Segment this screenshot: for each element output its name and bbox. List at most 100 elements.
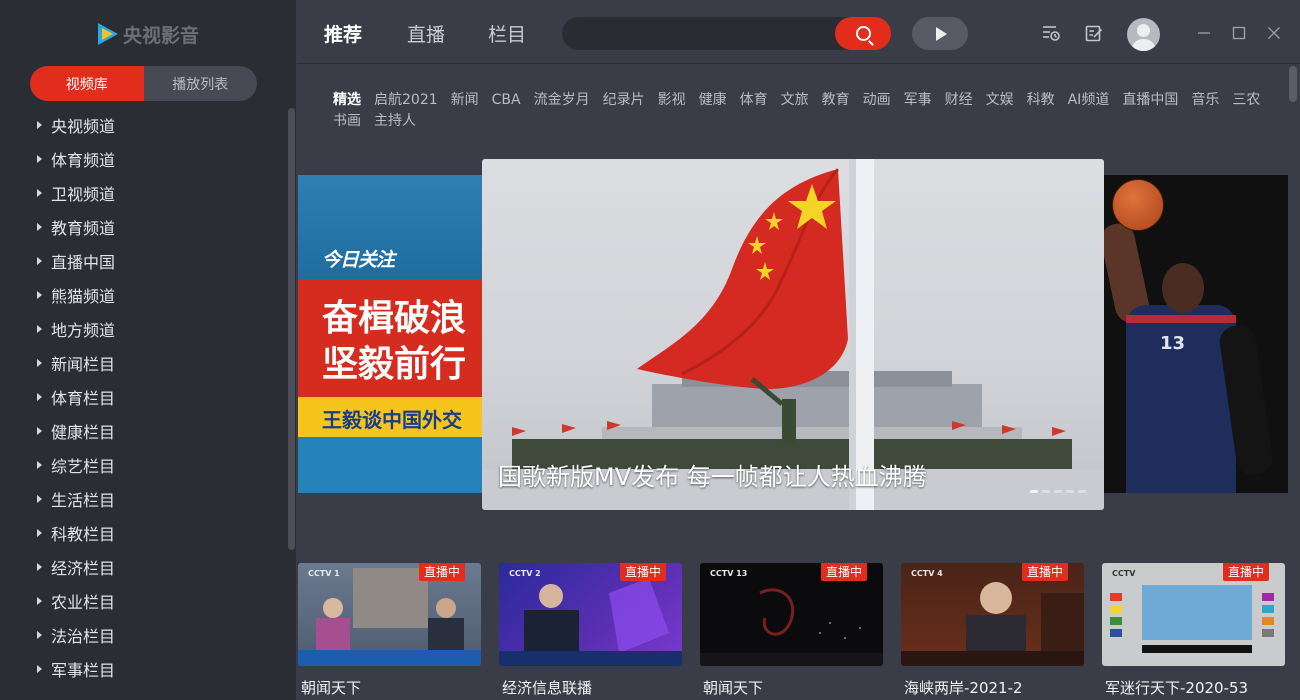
thumbnail-title[interactable]: 朝闻天下 bbox=[703, 677, 763, 698]
category-label: 科教栏目 bbox=[51, 525, 116, 544]
category-item[interactable]: 直播中国 bbox=[0, 244, 286, 278]
minimize-icon[interactable] bbox=[1197, 26, 1211, 40]
main-scrollbar[interactable] bbox=[1289, 66, 1297, 102]
caret-right-icon bbox=[37, 325, 42, 333]
live-thumbnail[interactable]: CCTV 1 直播中 bbox=[298, 563, 481, 666]
sidebar: 央视影音 视频库 播放列表 央视频道 体育频道 卫视频道 教育频道 直播中国 熊… bbox=[0, 0, 296, 700]
category-label: 教育频道 bbox=[51, 219, 116, 238]
channel-tab[interactable]: 书画 bbox=[333, 111, 361, 132]
category-item[interactable]: 科教栏目 bbox=[0, 516, 286, 550]
channel-tab[interactable]: 体育 bbox=[740, 90, 768, 111]
channel-tab[interactable]: 三农 bbox=[1232, 90, 1260, 111]
edit-note-icon[interactable] bbox=[1085, 24, 1103, 42]
channel-tab[interactable]: 科教 bbox=[1027, 90, 1055, 111]
tab-video-library[interactable]: 视频库 bbox=[30, 66, 144, 101]
top-bar: 推荐 直播 栏目 bbox=[297, 0, 1300, 64]
channel-tab[interactable]: 教育 bbox=[822, 90, 850, 111]
channel-tab[interactable]: 流金岁月 bbox=[534, 90, 590, 111]
category-item[interactable]: 熊猫频道 bbox=[0, 278, 286, 312]
live-thumbnail[interactable]: CCTV 直播中 bbox=[1102, 563, 1285, 666]
user-avatar[interactable] bbox=[1127, 18, 1160, 51]
carousel-slide-active[interactable]: 国歌新版MV发布 每一帧都让人热血沸腾 bbox=[482, 159, 1104, 510]
carousel-slide-prev[interactable]: 今日关注 奋楫破浪 坚毅前行 王毅谈中国外交 bbox=[298, 175, 498, 493]
channel-tab[interactable]: 动画 bbox=[863, 90, 891, 111]
category-item[interactable]: 体育栏目 bbox=[0, 380, 286, 414]
tab-playlist[interactable]: 播放列表 bbox=[144, 66, 258, 101]
maximize-icon[interactable] bbox=[1232, 26, 1246, 40]
category-label: 生活栏目 bbox=[51, 491, 116, 510]
live-thumbnail[interactable]: CCTV 4 直播中 bbox=[901, 563, 1084, 666]
channel-tab[interactable]: 主持人 bbox=[374, 111, 416, 132]
channel-tab[interactable]: 精选 bbox=[333, 90, 361, 111]
app-logo: 央视影音 bbox=[98, 22, 200, 47]
category-item[interactable]: 综艺栏目 bbox=[0, 448, 286, 482]
category-item[interactable]: 新闻栏目 bbox=[0, 346, 286, 380]
channel-tab[interactable]: 音乐 bbox=[1191, 90, 1219, 111]
live-thumbnail[interactable]: CCTV 13 直播中 bbox=[700, 563, 883, 666]
sidebar-scrollbar[interactable] bbox=[288, 108, 295, 550]
history-icon[interactable] bbox=[1042, 24, 1060, 42]
category-item[interactable]: 经济栏目 bbox=[0, 550, 286, 584]
live-thumbnail[interactable]: CCTV 2 直播中 bbox=[499, 563, 682, 666]
category-item[interactable]: 军事栏目 bbox=[0, 652, 286, 686]
channel-tab[interactable]: CBA bbox=[492, 90, 521, 111]
channel-tab[interactable]: 新闻 bbox=[451, 90, 479, 111]
category-item[interactable]: 卫视频道 bbox=[0, 176, 286, 210]
category-item[interactable]: 农业栏目 bbox=[0, 584, 286, 618]
close-icon[interactable] bbox=[1267, 26, 1281, 40]
tab-recommend[interactable]: 推荐 bbox=[324, 20, 362, 47]
channel-tab[interactable]: 健康 bbox=[699, 90, 727, 111]
category-item[interactable]: 央视频道 bbox=[0, 108, 286, 142]
category-list: 央视频道 体育频道 卫视频道 教育频道 直播中国 熊猫频道 地方频道 新闻栏目 … bbox=[0, 108, 286, 686]
category-item[interactable]: 教育频道 bbox=[0, 210, 286, 244]
slide-caption: 国歌新版MV发布 每一帧都让人热血沸腾 bbox=[498, 463, 927, 491]
category-label: 央视频道 bbox=[51, 117, 116, 136]
channel-logo: CCTV 13 bbox=[710, 569, 748, 578]
app-logo-text: 央视影音 bbox=[123, 24, 200, 47]
library-tabs: 视频库 播放列表 bbox=[30, 66, 257, 101]
category-label: 经济栏目 bbox=[51, 559, 116, 578]
channel-tab[interactable]: 文旅 bbox=[781, 90, 809, 111]
category-label: 法治栏目 bbox=[51, 627, 116, 646]
category-item[interactable]: 地方频道 bbox=[0, 312, 286, 346]
channel-tab[interactable]: 纪录片 bbox=[603, 90, 645, 111]
channel-tab[interactable]: 直播中国 bbox=[1122, 90, 1178, 111]
caret-right-icon bbox=[37, 529, 42, 537]
caret-right-icon bbox=[37, 427, 42, 435]
thumbnail-title[interactable]: 海峡两岸-2021-2 bbox=[904, 677, 1023, 698]
play-button[interactable] bbox=[912, 17, 968, 50]
tab-live[interactable]: 直播 bbox=[407, 20, 445, 47]
category-item[interactable]: 生活栏目 bbox=[0, 482, 286, 516]
tab-columns[interactable]: 栏目 bbox=[488, 20, 526, 47]
search-button[interactable] bbox=[835, 17, 891, 50]
category-item[interactable]: 法治栏目 bbox=[0, 618, 286, 652]
channel-tab[interactable]: AI频道 bbox=[1068, 90, 1110, 111]
thumbnail-title[interactable]: 经济信息联播 bbox=[502, 677, 592, 698]
channel-tab[interactable]: 启航2021 bbox=[374, 90, 438, 111]
slide-headline-1: 奋楫破浪 bbox=[322, 298, 467, 339]
caret-right-icon bbox=[37, 121, 42, 129]
category-label: 军事栏目 bbox=[51, 661, 116, 680]
channel-tab[interactable]: 影视 bbox=[658, 90, 686, 111]
caret-right-icon bbox=[37, 631, 42, 639]
slide-headline-2: 坚毅前行 bbox=[322, 344, 467, 385]
slide-brand: 今日关注 bbox=[322, 249, 395, 271]
slide-subheadline: 王毅谈中国外交 bbox=[322, 408, 462, 432]
caret-right-icon bbox=[37, 393, 42, 401]
live-badge: 直播中 bbox=[1021, 563, 1068, 581]
category-item[interactable]: 体育频道 bbox=[0, 142, 286, 176]
category-label: 综艺栏目 bbox=[51, 457, 116, 476]
thumbnail-title[interactable]: 军迷行天下-2020-53 bbox=[1105, 677, 1248, 698]
basketball-icon bbox=[1112, 179, 1164, 231]
channel-tab[interactable]: 文娱 bbox=[986, 90, 1014, 111]
carousel-slide-next[interactable]: 13 bbox=[1098, 175, 1288, 493]
channel-logo: CCTV 4 bbox=[911, 569, 943, 578]
caret-right-icon bbox=[37, 257, 42, 265]
thumbnail-title[interactable]: 朝闻天下 bbox=[301, 677, 361, 698]
search-input[interactable] bbox=[562, 17, 882, 50]
channel-tab[interactable]: 财经 bbox=[945, 90, 973, 111]
category-item[interactable]: 健康栏目 bbox=[0, 414, 286, 448]
category-label: 直播中国 bbox=[51, 253, 116, 272]
channel-tab[interactable]: 军事 bbox=[904, 90, 932, 111]
caret-right-icon bbox=[37, 155, 42, 163]
